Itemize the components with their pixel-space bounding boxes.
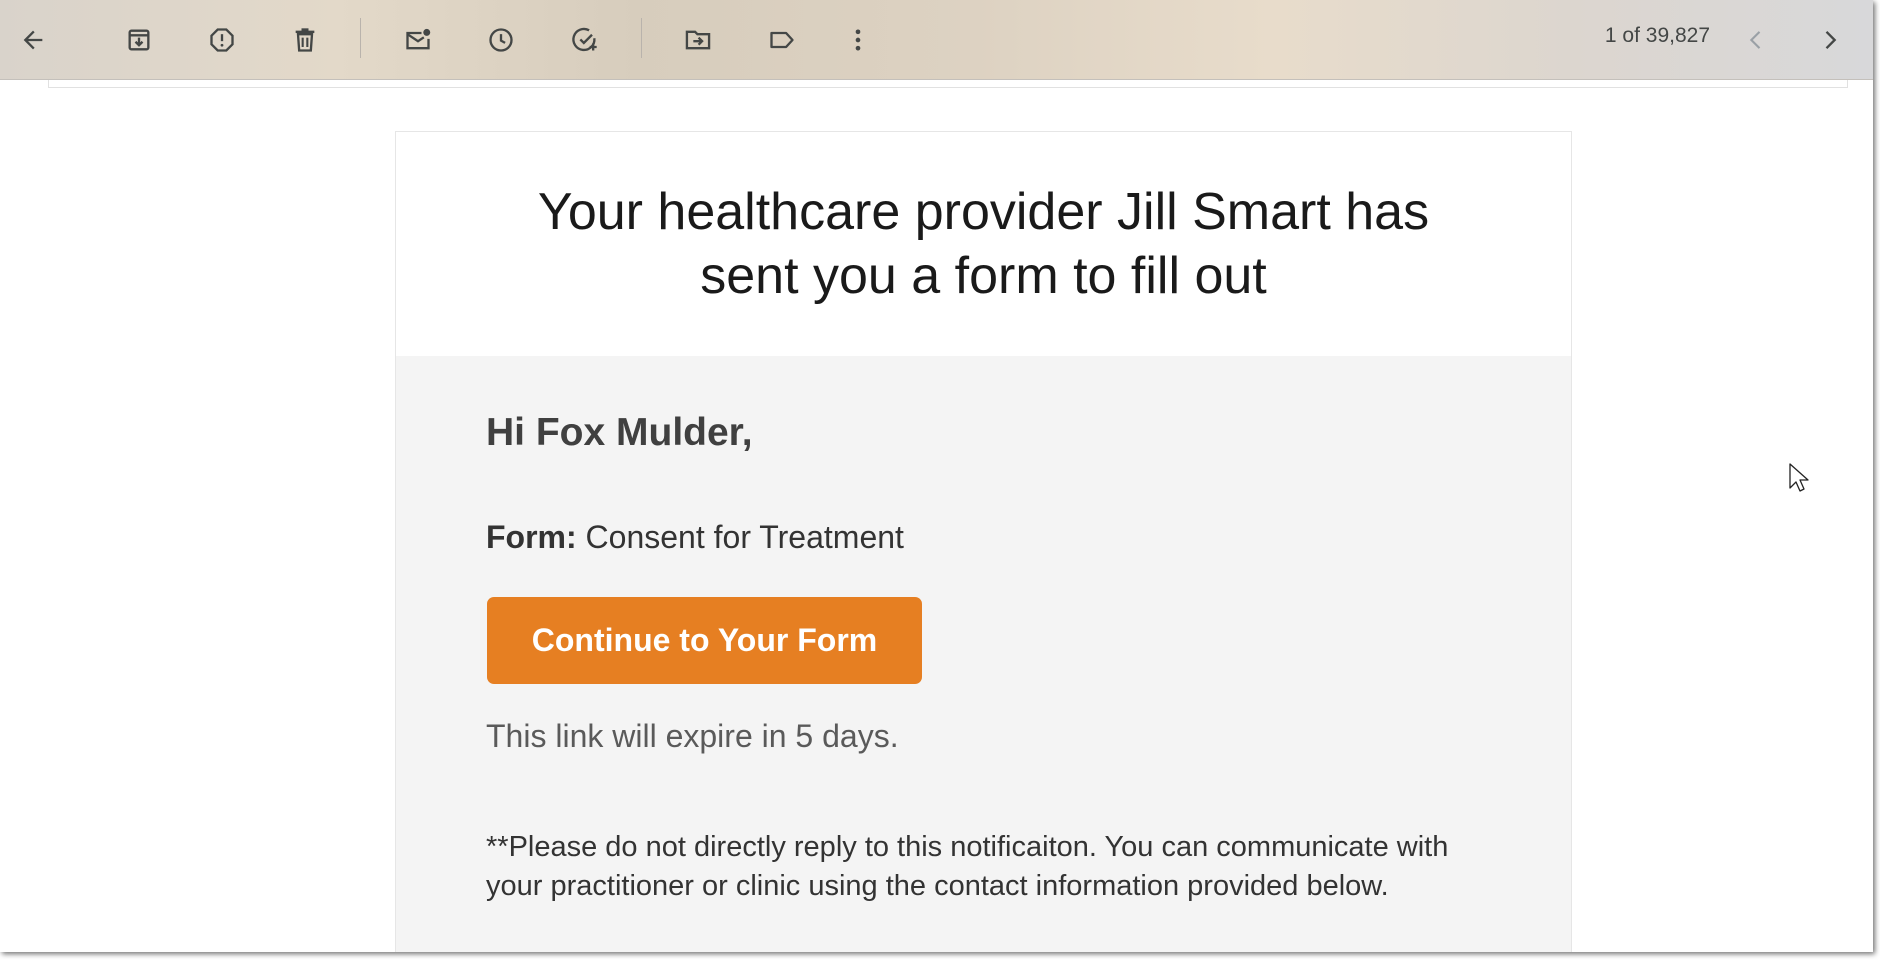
chevron-right-icon bbox=[1825, 31, 1837, 49]
report-spam-button[interactable] bbox=[194, 12, 250, 68]
move-to-button[interactable] bbox=[670, 12, 726, 68]
toolbar-divider bbox=[641, 18, 642, 58]
email-window: 1 of 39,827 Your healthcare provider Jil… bbox=[0, 0, 1873, 952]
message-header-edge bbox=[48, 80, 1848, 88]
pager-count: 1 of 39,827 bbox=[1604, 24, 1710, 47]
email-card-header: Your healthcare provider Jill Smart has … bbox=[396, 132, 1571, 356]
form-label: Form: bbox=[486, 519, 577, 555]
snooze-icon bbox=[489, 28, 513, 52]
form-name: Consent for Treatment bbox=[585, 519, 904, 555]
delete-button[interactable] bbox=[277, 12, 333, 68]
mark-unread-button[interactable] bbox=[390, 12, 446, 68]
move-to-icon bbox=[685, 30, 711, 50]
delete-icon bbox=[295, 28, 315, 52]
email-card-body: Hi Fox Mulder, Form: Consent for Treatme… bbox=[396, 356, 1571, 952]
mouse-pointer-icon bbox=[1789, 463, 1809, 492]
add-task-button[interactable] bbox=[557, 12, 613, 68]
back-arrow-icon bbox=[23, 30, 43, 50]
label-button[interactable] bbox=[754, 12, 810, 68]
newer-button[interactable] bbox=[1728, 12, 1784, 68]
continue-to-form-button[interactable]: Continue to Your Form bbox=[487, 597, 922, 684]
more-vert-icon bbox=[855, 29, 861, 51]
back-button[interactable] bbox=[5, 12, 61, 68]
email-toolbar: 1 of 39,827 bbox=[0, 0, 1873, 80]
email-card: Your healthcare provider Jill Smart has … bbox=[395, 131, 1572, 952]
archive-icon bbox=[128, 29, 150, 51]
mark-unread-icon bbox=[406, 28, 431, 50]
no-reply-note: **Please do not directly reply to this n… bbox=[486, 831, 1449, 902]
chevron-left-icon bbox=[1749, 31, 1761, 49]
label-icon bbox=[770, 31, 794, 49]
archive-button[interactable] bbox=[111, 12, 167, 68]
greeting: Hi Fox Mulder, bbox=[486, 411, 753, 454]
toolbar-divider bbox=[360, 18, 361, 58]
email-title: Your healthcare provider Jill Smart has … bbox=[537, 183, 1430, 305]
more-options-button[interactable] bbox=[830, 12, 886, 68]
older-button[interactable] bbox=[1802, 12, 1858, 68]
report-spam-icon bbox=[210, 28, 234, 52]
expiry-notice: This link will expire in 5 days. bbox=[486, 718, 899, 754]
snooze-button[interactable] bbox=[473, 12, 529, 68]
form-line: Form: Consent for Treatment bbox=[486, 519, 904, 556]
add-task-icon bbox=[572, 27, 597, 52]
